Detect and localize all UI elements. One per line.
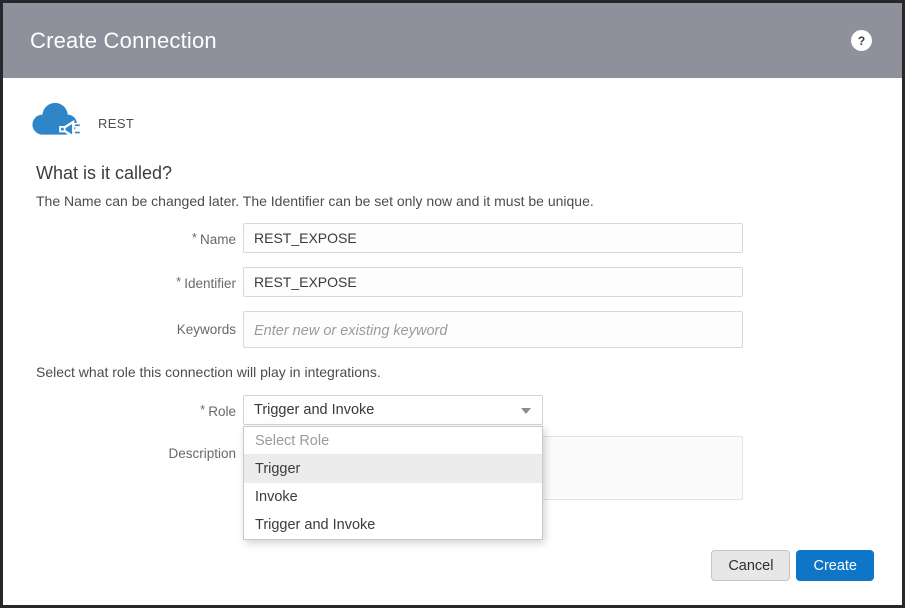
description-label: Description: [3, 446, 236, 461]
connector-type-label: REST: [98, 116, 134, 131]
name-row: *Name: [3, 223, 902, 253]
name-section-subtext: The Name can be changed later. The Ident…: [36, 193, 902, 209]
required-marker: *: [192, 230, 197, 245]
identifier-label: *Identifier: [3, 274, 236, 291]
required-marker: *: [200, 402, 205, 417]
connector-identity: REST: [27, 98, 902, 149]
create-connection-dialog: Create Connection ? REST: [0, 0, 905, 608]
dialog-title: Create Connection: [30, 28, 217, 54]
identifier-row: *Identifier: [3, 267, 902, 297]
role-option-invoke[interactable]: Invoke: [244, 483, 542, 511]
role-selected-value: Trigger and Invoke: [254, 402, 374, 418]
name-section-heading: What is it called?: [36, 163, 902, 184]
create-button[interactable]: Create: [796, 550, 874, 581]
role-option-select-role[interactable]: Select Role: [244, 427, 542, 455]
keywords-row: Keywords: [3, 311, 902, 348]
identifier-input[interactable]: [243, 267, 743, 297]
role-option-trigger[interactable]: Trigger: [244, 455, 542, 483]
role-dropdown-panel: Select Role Trigger Invoke Trigger and I…: [243, 426, 543, 540]
chevron-down-icon: [521, 408, 531, 414]
keywords-label: Keywords: [3, 322, 236, 337]
dialog-footer: Cancel Create: [711, 550, 874, 581]
role-select[interactable]: Trigger and Invoke: [243, 395, 543, 425]
name-input[interactable]: [243, 223, 743, 253]
cloud-plug-icon: [27, 98, 85, 149]
keywords-input[interactable]: [243, 311, 743, 348]
cancel-button[interactable]: Cancel: [711, 550, 790, 581]
role-option-trigger-and-invoke[interactable]: Trigger and Invoke: [244, 511, 542, 539]
role-section-subtext: Select what role this connection will pl…: [36, 364, 902, 380]
role-label: *Role: [3, 402, 236, 419]
help-icon[interactable]: ?: [851, 30, 872, 51]
name-label: *Name: [3, 230, 236, 247]
required-marker: *: [176, 274, 181, 289]
dialog-header: Create Connection ?: [3, 3, 902, 78]
role-row: *Role Trigger and Invoke Select Role Tri…: [3, 395, 902, 425]
